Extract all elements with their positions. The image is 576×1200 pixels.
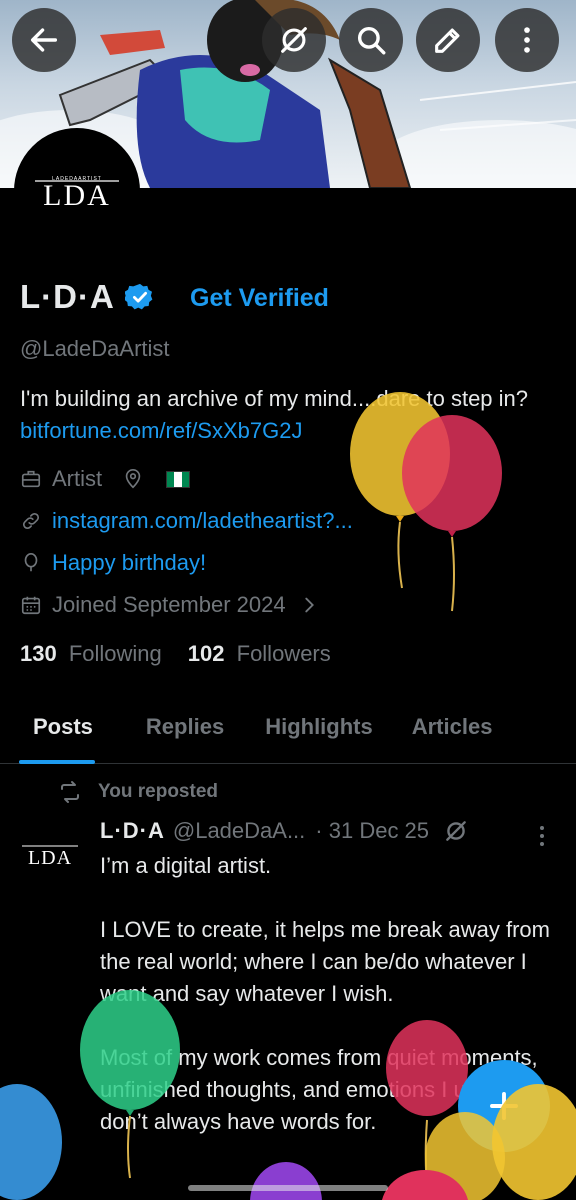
post-author-avatar[interactable]: LDA (20, 840, 80, 868)
post-more-icon[interactable] (530, 822, 554, 852)
post-date[interactable]: · 31 Dec 25 (315, 818, 429, 844)
post-paragraph: I’m a digital artist. (100, 853, 272, 878)
follow-stats: 130 Following 102 Followers (20, 641, 357, 667)
post-author-handle[interactable]: @LadeDaA... (173, 818, 305, 844)
briefcase-icon (21, 470, 41, 488)
followers-stat[interactable]: 102 Followers (188, 641, 331, 667)
profession-row: Artist (20, 466, 191, 492)
website-row: instagram.com/ladetheartist?... (20, 508, 353, 534)
location-pin-icon (125, 469, 141, 489)
chevron-right-icon (304, 597, 314, 613)
link-icon (22, 512, 40, 530)
profile-avatar[interactable]: LDA LADEDAARTIST (14, 128, 140, 254)
profile-handle: @LadeDaArtist (20, 336, 170, 361)
back-button[interactable] (12, 8, 76, 72)
balloon-green-icon (80, 990, 180, 1179)
grok-button[interactable] (262, 8, 326, 72)
birthday-row: Happy birthday! (20, 550, 206, 576)
tab-articles[interactable]: Articles (412, 698, 493, 764)
website-link[interactable]: instagram.com/ladetheartist?... (52, 508, 353, 534)
svg-text:LDA: LDA (43, 179, 111, 211)
verified-badge-icon[interactable] (124, 282, 155, 312)
active-tab-indicator (19, 760, 95, 764)
profile-name: L·D·A (20, 278, 155, 316)
joined-text: Joined September 2024 (52, 592, 286, 617)
grok-icon (281, 27, 307, 53)
nigeria-flag-icon (166, 470, 191, 488)
calendar-icon (21, 596, 41, 615)
more-vertical-icon (524, 27, 530, 53)
display-name: L·D·A (20, 278, 115, 315)
profession-text: Artist (52, 466, 103, 491)
balloon-purple-icon (250, 1162, 322, 1200)
balloon-blue-icon (0, 1084, 62, 1200)
tab-highlights-label: Highlights (265, 714, 373, 739)
repost-label: You reposted (98, 781, 218, 802)
search-button[interactable] (339, 8, 403, 72)
tab-highlights[interactable]: Highlights (265, 698, 373, 764)
following-count: 130 (20, 641, 57, 666)
joined-row[interactable]: Joined September 2024 (20, 592, 330, 618)
profile-tabs: Posts Replies Highlights Articles (0, 698, 576, 764)
arrow-left-icon (30, 28, 58, 52)
tab-replies-label: Replies (145, 714, 225, 739)
following-label: Following (68, 641, 162, 666)
system-nav-handle[interactable] (188, 1185, 388, 1191)
bio-link[interactable]: bitfortune.com/ref/SxXb7G2J (20, 418, 302, 443)
tab-replies[interactable]: Replies (146, 698, 224, 764)
tab-posts-label: Posts (33, 714, 93, 739)
balloon-red-bottom-icon (381, 1170, 469, 1200)
more-button[interactable] (495, 8, 559, 72)
followers-count: 102 (187, 641, 225, 666)
repost-indicator: You reposted (58, 780, 218, 804)
followers-label: Followers (236, 641, 331, 666)
search-icon (357, 26, 386, 55)
get-verified-link[interactable]: Get Verified (190, 284, 329, 313)
svg-text:LDA: LDA (28, 847, 72, 868)
tab-posts[interactable]: Posts (19, 698, 95, 764)
balloon-red-icon (402, 415, 502, 612)
balloon-icon (24, 553, 38, 572)
edit-button[interactable] (416, 8, 480, 72)
grok-icon[interactable] (443, 818, 469, 844)
birthday-text[interactable]: Happy birthday! (52, 550, 206, 576)
following-stat[interactable]: 130 Following (20, 641, 162, 667)
profile-screen: LDA LADEDAARTIST L·D·A Get Verified @Lad… (0, 0, 576, 1200)
lda-logo: LDA LADEDAARTIST (35, 176, 119, 211)
post-author-name[interactable]: L·D·A (100, 818, 165, 844)
post-header: L·D·A @LadeDaA... · 31 Dec 25 (100, 818, 469, 844)
tab-articles-label: Articles (411, 714, 493, 739)
balloon-yellow-large-icon (492, 1084, 576, 1200)
edit-icon (435, 28, 460, 53)
repost-icon (61, 781, 79, 803)
svg-text:LADEDAARTIST: LADEDAARTIST (52, 176, 102, 182)
